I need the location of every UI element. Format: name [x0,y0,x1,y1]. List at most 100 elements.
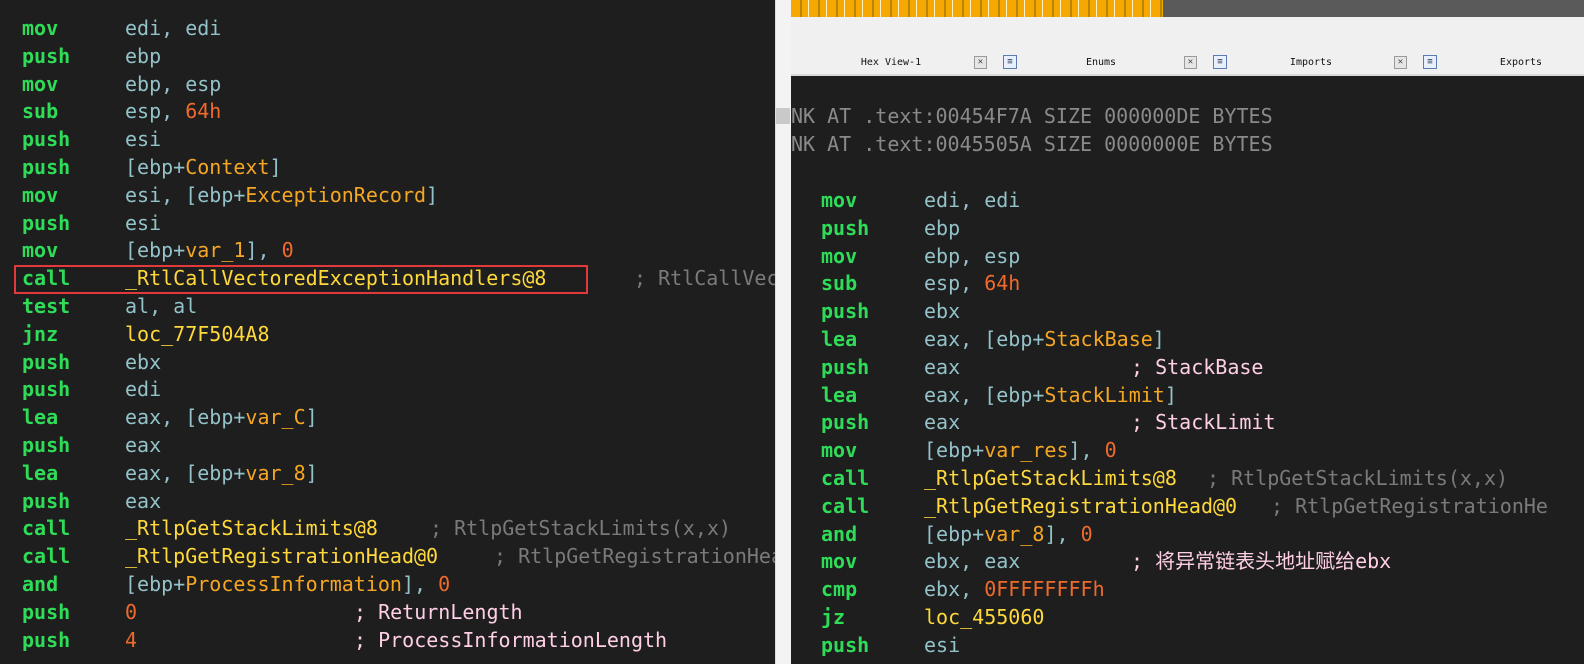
instruction-mnemonic: lea [22,405,59,430]
operand-text: [ebp+ [125,154,186,179]
instruction-mnemonic: push [22,43,71,68]
operand-text: ebx [125,349,162,374]
variable-name[interactable]: ExceptionRecord [245,183,426,207]
symbol-name[interactable]: _RtlpGetStackLimits@8 [125,516,378,540]
variable-name[interactable]: var_8 [245,461,305,485]
operand-text: esp, [924,271,985,296]
variable-name[interactable]: StackLimit [1044,383,1164,407]
instruction-mnemonic: test [22,293,71,318]
numeric-constant: 64h [185,99,222,124]
vertical-splitter[interactable] [775,0,792,664]
instruction-mnemonic: lea [821,382,858,407]
operand-text: esp, [125,99,186,124]
instruction-comment: ; 将异常链表头地址赋给ebx [1131,549,1392,574]
variable-name[interactable]: StackBase [1044,327,1152,351]
instruction-mnemonic: mov [821,243,858,268]
instruction-mnemonic: sub [821,271,858,296]
numeric-constant: 64h [984,271,1021,296]
tab-enums[interactable]: ≡ Enums ✕ [1001,53,1211,73]
operand-text: ebx [924,299,961,324]
instruction-mnemonic: mov [22,238,59,263]
operand-text: edi, edi [125,16,222,40]
tab-label: Imports [1289,57,1333,68]
tab-imports[interactable]: ≡ Imports ✕ [1211,53,1421,73]
instruction-operands: _RtlpGetRegistrationHead@0 [924,493,1237,521]
operand-text: ], [401,571,439,596]
variable-name[interactable]: var_1 [185,238,245,262]
instruction-mnemonic: push [821,215,870,240]
instruction-operands: esi [125,126,161,154]
instruction-mnemonic: push [22,127,71,152]
scrollbar-thumb[interactable] [776,108,790,124]
symbol-name[interactable]: _RtlpGetStackLimits@8 [924,466,1177,490]
left-disassembly-pane[interactable]: mov edi, edi push ebp mov ebp, esp sub esp, 64h… [0,0,775,664]
instruction-comment: ; RtlCallVectore [634,266,775,291]
operand-text: eax [125,432,162,457]
instruction-comment: ; ProcessInformationLength [354,627,668,652]
instruction-mnemonic: mov [821,438,858,463]
operand-text: ] [269,154,282,179]
instruction-mnemonic: jnz [22,321,59,346]
instruction-mnemonic: push [22,210,71,235]
highlighted-call-box [14,265,588,294]
numeric-constant: 0 [438,571,451,596]
instruction-operands: edi, edi [924,187,1020,215]
tab-exports[interactable]: ≡Exports✕ [1421,53,1584,73]
instruction-operands: [ebp+Context] [125,154,282,182]
operand-text: esi, [ebp+ [125,182,246,207]
instruction-mnemonic: push [821,354,870,379]
instruction-operands: esp, 64h [924,270,1020,298]
close-icon[interactable]: ✕ [1394,56,1407,69]
enums-icon: ≡ [1003,55,1017,69]
operand-text: eax [125,488,162,513]
instruction-mnemonic: push [821,632,870,657]
instruction-operands: 0 [125,599,137,627]
operand-text: ebp [125,43,162,68]
operand-text: eax [924,354,961,379]
symbol-name[interactable]: _RtlpGetRegistrationHead@0 [125,544,438,568]
instruction-comment: ; RtlpGetStackLimits(x,x) [430,516,732,541]
instruction-operands: [ebp+ProcessInformation], 0 [125,571,450,599]
instruction-mnemonic: and [22,571,59,596]
instruction-mnemonic: mov [821,549,858,574]
navigation-band[interactable] [791,0,1163,17]
operand-text: esi [125,127,162,152]
instruction-operands: esi [924,632,960,660]
variable-name[interactable]: var_8 [984,522,1044,546]
numeric-constant: 0 [125,599,138,624]
instruction-operands: eax, [ebp+StackLimit] [924,382,1177,410]
navigation-band-unexplored[interactable] [1163,0,1584,17]
instruction-operands: edi [125,376,161,404]
numeric-constant: 4 [125,627,138,652]
instruction-operands: [ebp+var_res], 0 [924,437,1117,465]
instruction-operands: ebx [125,349,161,377]
operand-text: [ebp+ [924,438,985,463]
instruction-operands: _RtlpGetRegistrationHead@0 [125,543,438,571]
instruction-mnemonic: push [22,627,71,652]
variable-name[interactable]: var_res [984,438,1068,462]
tab-hex-view-1[interactable]: ≡Hex View-1✕ [791,53,1001,73]
tab-label: Exports [1499,57,1543,68]
close-icon[interactable]: ✕ [1184,56,1197,69]
variable-name[interactable]: var_C [245,405,305,429]
close-icon[interactable]: ✕ [974,56,987,69]
numeric-constant: 0 [1104,438,1117,463]
instruction-comment: ; RtlpGetRegistrationHea [494,544,775,569]
instruction-operands: loc_77F504A8 [125,321,270,349]
instruction-mnemonic: mov [22,16,59,40]
symbol-name[interactable]: loc_455060 [924,605,1044,629]
variable-name[interactable]: ProcessInformation [185,572,402,596]
symbol-name[interactable]: loc_77F504A8 [125,322,270,346]
instruction-mnemonic: cmp [821,577,858,602]
operand-text: eax, [ebp+ [924,382,1045,407]
operand-text: eax, [ebp+ [125,405,246,430]
variable-name[interactable]: Context [185,155,269,179]
symbol-name[interactable]: _RtlpGetRegistrationHead@0 [924,494,1237,518]
right-disassembly-pane[interactable]: ≡Hex View-1✕≡Enums✕≡Imports✕≡Exports✕ NK… [791,0,1584,664]
instruction-mnemonic: push [22,432,71,457]
instruction-mnemonic: sub [22,99,59,124]
instruction-operands: esi, [ebp+ExceptionRecord] [125,182,438,210]
operand-text: al, al [125,293,198,318]
instruction-operands: esi [125,210,161,238]
instruction-mnemonic: jz [821,604,846,629]
